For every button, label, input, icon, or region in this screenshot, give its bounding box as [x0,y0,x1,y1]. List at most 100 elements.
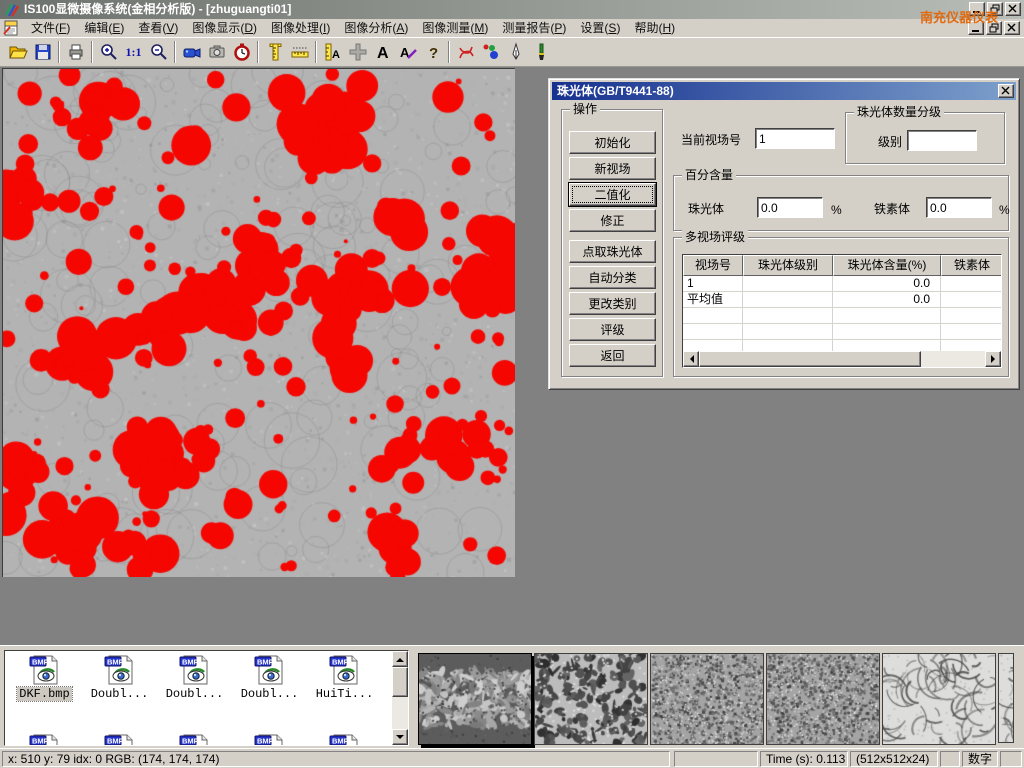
menu-item[interactable]: 图像显示(D) [185,19,264,37]
bmp-file-icon: BMP [252,654,288,686]
micrograph-thumbnail[interactable] [534,653,648,745]
classify-points-button[interactable] [478,40,503,65]
pearlite-value-input[interactable] [757,197,823,218]
table-row[interactable]: 平均值 0.0 [683,292,1001,308]
micrograph-thumbnail[interactable] [650,653,764,745]
camera-capture-button[interactable] [204,40,229,65]
menu-item[interactable]: 帮助(H) [627,19,682,37]
file-name: HuiTi... [314,687,376,701]
bmp-file-icon: BMP [102,654,138,686]
scrollbar-thumb[interactable] [699,351,921,367]
mdi-close-button[interactable] [1004,21,1020,35]
menu-item[interactable]: 图像分析(A) [337,19,415,37]
file-item[interactable]: BMP [82,733,157,746]
file-item[interactable]: BMP [307,733,382,746]
file-item[interactable]: BMP Doubl... [157,654,232,701]
menu-bar: 文件(F)编辑(E)查看(V)图像显示(D)图像处理(I)图像分析(A)图像测量… [0,19,1024,37]
empty-panel [940,751,960,767]
table-header-cell[interactable]: 珠光体含量(%) [833,255,941,276]
file-item[interactable]: BMP [157,733,232,746]
svg-text:BMP: BMP [182,737,199,746]
print-button[interactable] [63,40,88,65]
scroll-right-button[interactable] [985,351,1001,367]
open-button[interactable] [5,40,30,65]
micrograph-thumbnail[interactable] [766,653,880,745]
scrollbar-thumb[interactable] [392,667,408,697]
zoom-in-button[interactable] [96,40,121,65]
menu-item[interactable]: 编辑(E) [77,19,131,37]
micrograph-thumbnail[interactable] [882,653,996,745]
menu-item[interactable]: 测量报告(P) [495,19,573,37]
table-horizontal-scrollbar[interactable] [683,351,1001,367]
ferrite-value-input[interactable] [926,197,992,218]
measure-vertical-button[interactable] [262,40,287,65]
bmp-file-icon: BMP [27,733,63,746]
bmp-file-icon: BMP [252,733,288,746]
brush-tool-button[interactable] [528,40,553,65]
operation-button[interactable]: 二值化 [569,183,656,206]
edit-text-button[interactable]: A [395,40,420,65]
file-item[interactable]: BMP DKF.bmp [7,654,82,701]
zoom-out-button[interactable] [146,40,171,65]
table-header-cell[interactable]: 铁素体 [941,255,1002,276]
table-header-cell[interactable]: 珠光体级别 [743,255,833,276]
menu-item[interactable]: 图像测量(M) [415,19,495,37]
help-button[interactable]: ? [420,40,445,65]
operation-button[interactable]: 新视场 [569,157,656,180]
help-icon: ? [423,42,443,62]
table-header-cell[interactable]: 视场号 [683,255,743,276]
document-system-icon[interactable] [3,20,20,36]
file-item[interactable]: BMP Doubl... [82,654,157,701]
actual-size-button[interactable]: 1:1 [121,40,146,65]
text-button[interactable]: A [370,40,395,65]
operation-button[interactable]: 初始化 [569,131,656,154]
dialog-close-button[interactable] [998,84,1014,98]
operation-button[interactable]: 自动分类 [569,266,656,289]
dialog-title-bar[interactable]: 珠光体(GB/T9441-88) [552,82,1016,100]
file-item[interactable]: BMP Doubl... [232,654,307,701]
scroll-left-button[interactable] [683,351,699,367]
file-list-scrollbar[interactable] [392,651,408,745]
file-item[interactable]: BMP [232,733,307,746]
operation-button[interactable]: 修正 [569,209,656,232]
operation-button[interactable]: 评级 [569,318,656,341]
file-item[interactable]: BMP [7,733,82,746]
scroll-up-button[interactable] [392,651,408,667]
close-button[interactable] [1005,2,1021,16]
menu-item[interactable]: 设置(S) [573,19,627,37]
micrograph-thumbnail[interactable] [418,653,532,745]
menu-item[interactable]: 图像处理(I) [264,19,337,37]
micrograph-image[interactable] [2,68,515,577]
operation-button[interactable]: 更改类别 [569,292,656,315]
measure-annotate-button[interactable]: A [320,40,345,65]
field-number-cell: 平均值 [683,292,743,307]
grade-group-label: 珠光体数量分级 [854,105,944,119]
save-icon [33,42,53,62]
rating-table: 视场号珠光体级别珠光体含量(%)铁素体 1 0.0 平均值 0.0 [682,254,1002,368]
pearlite-label: 珠光体 [688,202,724,216]
operation-button[interactable]: 点取珠光体 [569,240,656,263]
move-cross-icon [348,42,368,62]
svg-text:BMP: BMP [257,737,274,746]
svg-text:BMP: BMP [257,658,274,667]
pearlite-content-cell: 0.0 [833,292,941,307]
vendor-watermark: 南充仪器仪表 [920,7,998,26]
scroll-down-button[interactable] [392,729,408,745]
current-field-input[interactable] [755,128,835,149]
menu-item[interactable]: 文件(F) [24,19,77,37]
video-capture-button[interactable] [179,40,204,65]
operation-button[interactable]: 返回 [569,344,656,367]
file-item[interactable]: BMP HuiTi... [307,654,382,701]
menu-item[interactable]: 查看(V) [131,19,185,37]
measure-horizontal-button[interactable] [287,40,312,65]
micrograph-thumbnail-partial[interactable] [998,653,1014,743]
file-list: BMP DKF.bmp BMP Doubl... BMP Doubl... BM… [4,650,409,746]
save-button[interactable] [30,40,55,65]
timer-button[interactable] [229,40,254,65]
move-button[interactable] [345,40,370,65]
bmp-file-icon: BMP [177,733,213,746]
grade-input[interactable] [907,130,977,151]
table-row[interactable]: 1 0.0 [683,276,1001,292]
curve-tool-button[interactable] [453,40,478,65]
pen-tool-button[interactable] [503,40,528,65]
